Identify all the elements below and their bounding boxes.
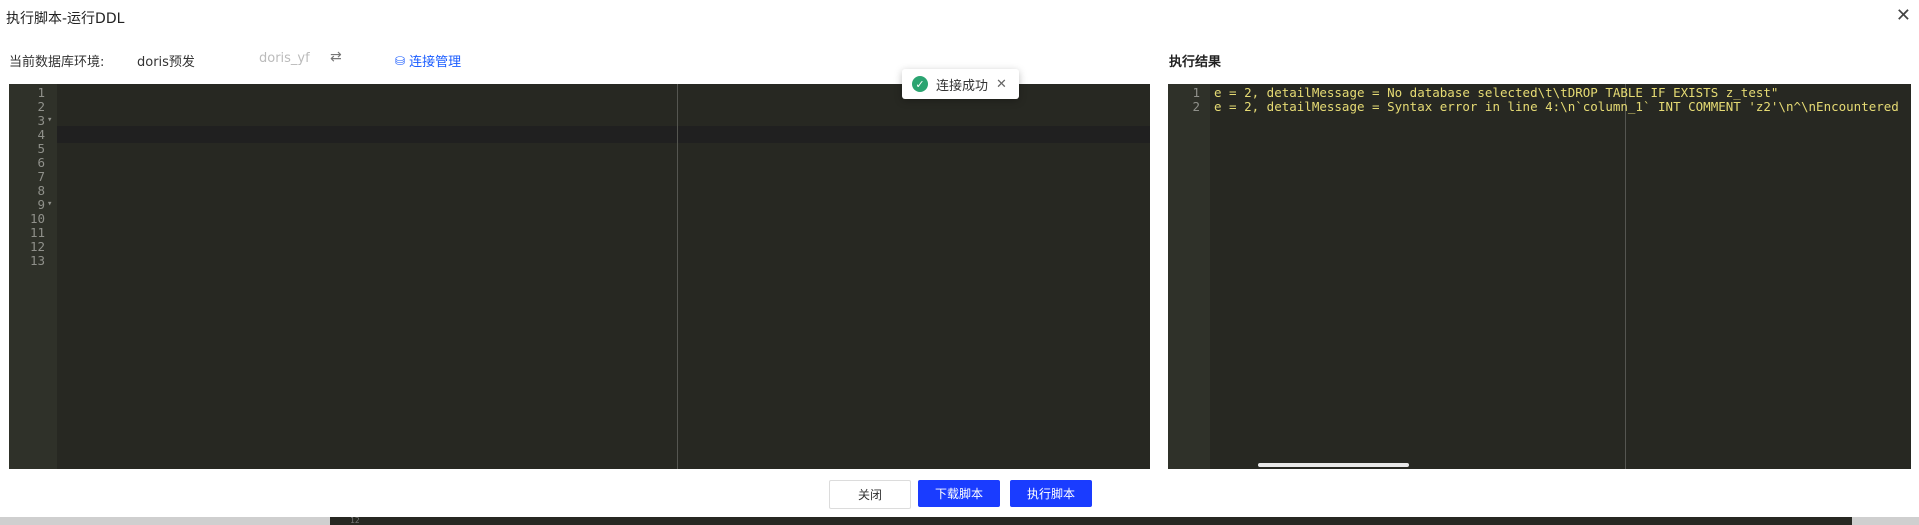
switch-icon[interactable]: ⇄ [330,49,342,65]
line-number: 2 [1192,99,1200,114]
run-script-button[interactable]: 执行脚本 [1010,480,1092,507]
database-icon: ⛁ [395,53,406,68]
check-circle-icon: ✓ [912,76,928,92]
background-editor-strip [330,517,1852,525]
sql-editor[interactable]: 1 2 3 ▾ 4 5 6 7 8 9 ▾ 10 11 12 13 [9,84,1150,469]
close-button[interactable]: 关闭 [829,480,911,509]
results-title: 执行结果 [1169,55,1222,70]
results-gutter: 1 2 [1168,84,1210,469]
fold-icon[interactable]: ▾ [47,196,52,213]
toast-close-icon[interactable]: ✕ [996,77,1007,92]
active-line-highlight [57,126,1150,143]
connection-management-label: 连接管理 [409,55,462,70]
print-margin [1625,84,1626,469]
results-editor[interactable]: 1 2 e = 2, detailMessage = No database s… [1168,84,1911,469]
success-toast: ✓ 连接成功 ✕ [902,69,1019,99]
print-margin [677,84,678,469]
background-line-number: 12 [350,517,360,525]
connection-management-link[interactable]: ⛁ 连接管理 [395,51,462,71]
env-alt-name: doris_yf [259,51,310,66]
download-script-button[interactable]: 下载脚本 [918,480,1000,507]
env-select[interactable]: doris预发 [137,51,195,70]
close-icon[interactable]: ✕ [1896,5,1911,26]
dialog-title: 执行脚本-运行DDL [6,11,125,27]
fold-icon[interactable]: ▾ [47,112,52,129]
env-label: 当前数据库环境: [9,55,105,70]
toast-message: 连接成功 [936,78,989,94]
result-line: e = 2, detailMessage = Syntax error in l… [1214,99,1899,114]
horizontal-scrollbar[interactable] [1258,463,1409,467]
line-number: 13 [29,253,45,268]
editor-gutter: 1 2 3 ▾ 4 5 6 7 8 9 ▾ 10 11 12 13 [9,84,57,469]
